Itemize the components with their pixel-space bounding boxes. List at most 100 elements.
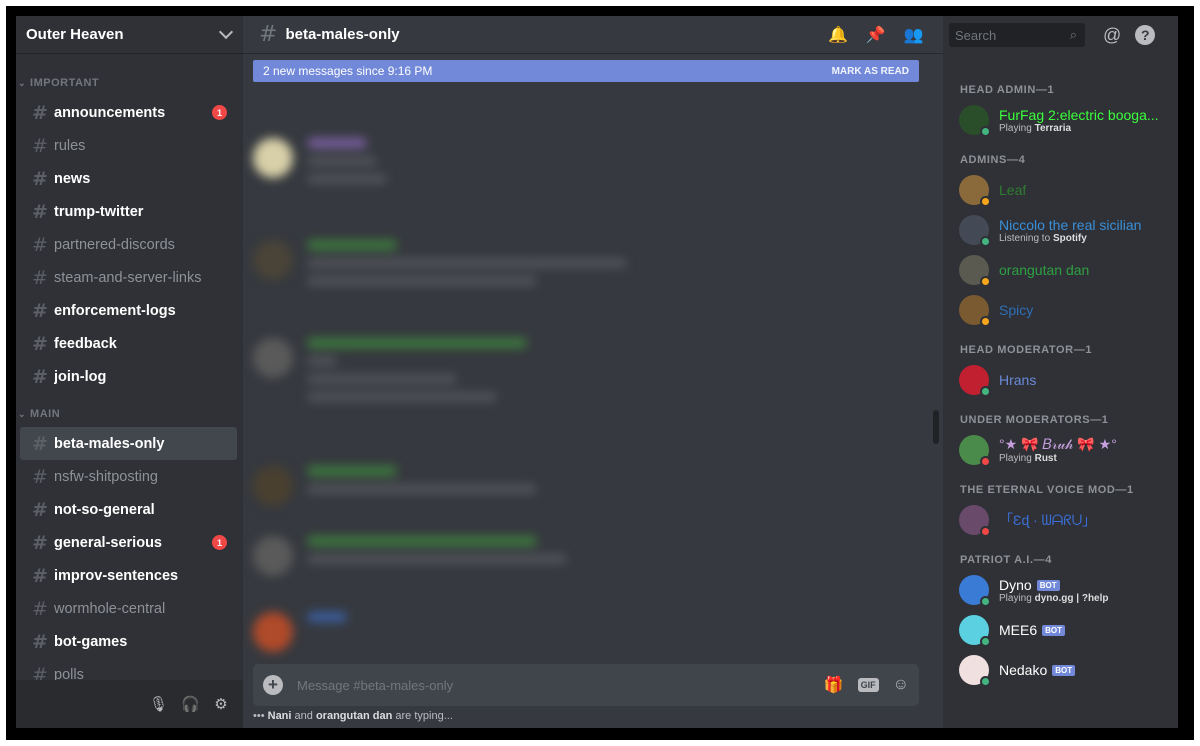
channel-trump-twitter[interactable]: # trump-twitter <box>20 195 237 228</box>
member-name: °★ 🎀 𝐵𝓇𝓊𝒽 🎀 ★° <box>999 436 1117 452</box>
member-name-row: 「Ɛɖ · ᗯᗩᖇᑌ」 <box>999 510 1096 530</box>
message-blurred <box>253 466 537 506</box>
header-toolbar: 🔔 📌 👥 <box>828 16 924 54</box>
bell-icon[interactable]: 🔔 <box>828 25 848 45</box>
channel-list: ⌄ IMPORTANT # announcements 1 # rules # news # tru… <box>16 54 243 691</box>
member-item[interactable]: Leaf <box>943 170 1178 210</box>
help-icon[interactable]: ? <box>1135 25 1156 45</box>
status-dot-icon <box>980 636 991 647</box>
mentions-icon[interactable]: @ <box>1103 25 1121 46</box>
channel-improv-sentences[interactable]: # improv-sentences <box>20 559 237 592</box>
category-header[interactable]: ⌄ IMPORTANT <box>16 74 243 92</box>
role-header: THE ETERNAL VOICE MOD—1 <box>960 484 1134 496</box>
role-header: HEAD MODERATOR—1 <box>960 344 1093 356</box>
typing-user: Nani <box>267 710 292 722</box>
channel-steam-and-server-links[interactable]: # steam-and-server-links <box>20 261 237 294</box>
channel-wormhole-central[interactable]: # wormhole-central <box>20 592 237 625</box>
channel-not-so-general[interactable]: # not-so-general <box>20 493 237 526</box>
avatar <box>959 215 991 247</box>
member-item[interactable]: FurFag 2:electric booga... Playing Terrar… <box>943 100 1178 140</box>
pin-icon[interactable]: 📌 <box>866 25 886 45</box>
channel-label: enforcement-logs <box>54 302 176 319</box>
mark-as-read-button[interactable]: MARK AS READ <box>832 66 909 77</box>
gift-icon[interactable]: 🎁 <box>824 675 844 695</box>
channel-enforcement-logs[interactable]: # enforcement-logs <box>20 294 237 327</box>
member-activity: Playing Rust <box>999 453 1117 464</box>
category-header[interactable]: ⌄ MAIN <box>16 405 243 423</box>
member-name: Leaf <box>999 182 1027 198</box>
headphones-icon[interactable]: 🎧 <box>181 695 200 713</box>
chat-scrollbar[interactable] <box>933 410 939 444</box>
channel-join-log[interactable]: # join-log <box>20 360 237 393</box>
channel-partnered-discords[interactable]: # partnered-discords <box>20 228 237 261</box>
caret-icon: ⌄ <box>18 408 27 419</box>
avatar <box>959 505 991 537</box>
member-info: 「Ɛɖ · ᗯᗩᖇᑌ」 <box>999 510 1096 530</box>
activity-name: Spotify <box>1052 232 1087 244</box>
avatar <box>959 615 991 647</box>
new-messages-banner[interactable]: 2 new messages since 9:16 PM MARK AS REA… <box>253 60 919 82</box>
member-groups: HEAD ADMIN—1 FurFag 2:electric booga... Pl… <box>943 54 1178 690</box>
member-item[interactable]: MEE6 BOT <box>943 610 1178 650</box>
member-name-row: Nedako BOT <box>999 662 1076 678</box>
member-item[interactable]: orangutan dan <box>943 250 1178 290</box>
channel-sidebar: Outer Heaven ⌄ IMPORTANT # announcements 1 # r… <box>16 16 243 728</box>
message-blurred <box>253 338 527 410</box>
typing-dots-icon: ••• <box>253 710 265 722</box>
emoji-icon[interactable]: ☺ <box>893 676 909 694</box>
channel-beta-males-only[interactable]: # beta-males-only <box>20 427 237 460</box>
member-item[interactable]: Dyno BOT Playing dyno.gg | ?help <box>943 570 1178 610</box>
chevron-down-icon[interactable] <box>218 24 234 40</box>
member-name: 「Ɛɖ · ᗯᗩᖇᑌ」 <box>999 512 1097 528</box>
channel-general-serious[interactable]: # general-serious 1 <box>20 526 237 559</box>
channel-news[interactable]: # news <box>20 162 237 195</box>
member-name: Nedako <box>999 662 1048 678</box>
member-item[interactable]: °★ 🎀 𝐵𝓇𝓊𝒽 🎀 ★° Playing Rust <box>943 430 1178 470</box>
member-item[interactable]: Niccolo the real sicilian Listening to Sp… <box>943 210 1178 250</box>
member-info: orangutan dan <box>999 262 1089 278</box>
activity-prefix: Playing <box>999 122 1032 134</box>
member-name-row: Hrans <box>999 372 1036 388</box>
role-header: ADMINS—4 <box>960 154 1026 166</box>
hash-icon: # <box>32 101 48 124</box>
hash-icon: # <box>32 167 48 190</box>
search-input[interactable]: Search ⌕ <box>949 23 1085 47</box>
member-info: Leaf <box>999 182 1026 198</box>
gear-icon[interactable]: ⚙ <box>213 695 229 713</box>
typing-suffix: are typing... <box>395 710 453 722</box>
member-name: Dyno <box>999 576 1032 593</box>
message-input[interactable]: Message #beta-males-only <box>297 678 810 693</box>
member-name: Niccolo the real sicilian <box>999 216 1142 233</box>
channel-announcements[interactable]: # announcements 1 <box>20 96 237 129</box>
channel-feedback[interactable]: # feedback <box>20 327 237 360</box>
new-messages-text: 2 new messages since 9:16 PM <box>263 64 433 78</box>
channel-label: feedback <box>54 335 117 352</box>
message-composer[interactable]: + Message #beta-males-only 🎁 GIF ☺ <box>253 664 919 706</box>
member-name-row: Dyno BOT <box>999 577 1109 593</box>
avatar <box>959 175 991 207</box>
member-item[interactable]: Nedako BOT <box>943 650 1178 690</box>
message-blurred <box>253 612 347 652</box>
server-header[interactable]: Outer Heaven <box>16 16 243 54</box>
member-item[interactable]: Spicy <box>943 290 1178 330</box>
caret-icon: ⌄ <box>18 77 27 88</box>
hash-icon: # <box>32 200 48 223</box>
channel-nsfw-shitposting[interactable]: # nsfw-shitposting <box>20 460 237 493</box>
channel-rules[interactable]: # rules <box>20 129 237 162</box>
member-item[interactable]: Hrans <box>943 360 1178 400</box>
hash-icon: # <box>259 22 278 47</box>
channel-bot-games[interactable]: # bot-games <box>20 625 237 658</box>
member-name: orangutan dan <box>999 262 1090 278</box>
message-blurred <box>253 536 567 576</box>
hash-icon: # <box>32 299 48 322</box>
members-icon[interactable]: 👥 <box>904 25 924 45</box>
hash-icon: # <box>32 564 48 587</box>
activity-name: Terraria <box>1034 122 1072 134</box>
microphone-muted-icon[interactable]: 🎙 <box>149 695 168 713</box>
member-list: HEAD ADMIN—1 FurFag 2:electric booga... Pl… <box>943 16 1178 728</box>
activity-prefix: Playing <box>999 592 1032 604</box>
member-item[interactable]: 「Ɛɖ · ᗯᗩᖇᑌ」 <box>943 500 1178 540</box>
gif-button[interactable]: GIF <box>857 678 879 692</box>
activity-name: Rust <box>1034 453 1057 464</box>
upload-plus-icon[interactable]: + <box>263 675 283 695</box>
